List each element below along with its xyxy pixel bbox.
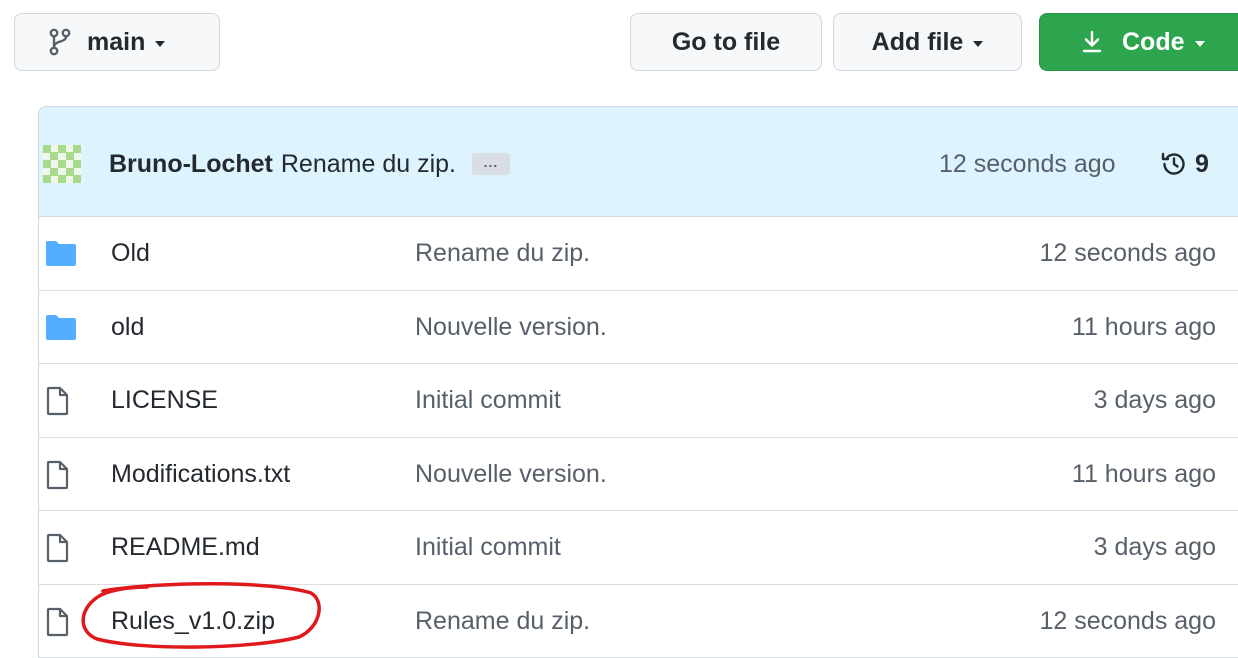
commit-author-link[interactable]: Bruno-Lochet [109,147,273,181]
commit-message-link[interactable]: Nouvelle version. [415,309,607,345]
caret-down-icon [973,40,984,47]
commit-message-link[interactable]: Rename du zip. [415,603,590,639]
commit-summary: Bruno-Lochet Rename du zip. ... [109,147,510,181]
add-file-label: Add file [871,27,964,56]
commit-age: 12 seconds ago [1039,239,1216,267]
commit-message-link[interactable]: Rename du zip. [281,147,456,181]
commit-age: 11 hours ago [1071,312,1216,341]
file-icon [45,533,77,563]
git-branch-icon [49,28,71,56]
code-label: Code [1122,27,1185,56]
caret-down-icon [1194,40,1205,47]
file-icon-glyph [46,533,69,563]
caret-down-icon [155,40,166,47]
add-file-button[interactable]: Add file [833,13,1022,71]
commit-message-link[interactable]: Rename du zip. [415,235,590,271]
avatar[interactable] [43,145,81,183]
file-icon-glyph [46,386,69,416]
file-rows: Old Rename du zip. 12 seconds ago old Nouvel… [39,217,1238,658]
repo-toolbar: main Go to file Add file Code [0,0,1238,86]
commit-message-link[interactable]: Initial commit [415,382,561,418]
repo-file-browser: main Go to file Add file Code Bruno-Loch… [0,0,1238,658]
code-button[interactable]: Code [1039,13,1238,71]
file-icon-glyph [46,607,69,636]
expand-commit-button[interactable]: ... [471,153,510,175]
branch-select-button[interactable]: main [14,13,220,71]
commit-age: 3 days ago [1093,386,1216,414]
commit-message-link[interactable]: Initial commit [415,529,561,565]
file-list-box: Bruno-Lochet Rename du zip. ... 12 secon… [38,106,1238,658]
file-name-link[interactable]: LICENSE [111,382,218,418]
file-row[interactable]: old Nouvelle version. 11 hours ago [39,291,1238,364]
branch-name: main [87,27,146,56]
file-icon [45,386,77,416]
commit-count: 9 [1195,150,1209,178]
go-to-file-button[interactable]: Go to file [630,13,822,71]
commit-message-link[interactable]: Nouvelle version. [415,456,607,492]
file-row[interactable]: Modifications.txt Nouvelle version. 11 hou… [39,438,1238,511]
file-name-link[interactable]: Rules_v1.0.zip [111,603,275,639]
file-row[interactable]: README.md Initial commit 3 days ago [39,511,1238,585]
file-name-link[interactable]: Modifications.txt [111,456,290,492]
commit-history-link[interactable]: 9 [1159,147,1209,181]
file-row[interactable]: LICENSE Initial commit 3 days ago [39,364,1238,438]
commit-age: 3 days ago [1093,533,1216,561]
folder-icon [45,239,77,269]
download-icon [1082,30,1102,54]
folder-icon-glyph [46,241,76,266]
latest-commit-bar: Bruno-Lochet Rename du zip. ... 12 secon… [39,107,1238,217]
go-to-file-label: Go to file [671,27,781,56]
file-row[interactable]: Old Rename du zip. 12 seconds ago [39,217,1238,291]
file-icon [45,460,77,490]
folder-icon [45,313,77,343]
file-row[interactable]: Rules_v1.0.zip Rename du zip. 12 seconds a… [39,581,1238,658]
folder-icon-glyph [46,314,76,340]
file-name-link[interactable]: old [111,309,144,345]
commit-age: 12 seconds ago [1039,606,1216,635]
commit-time[interactable]: 12 seconds ago [939,147,1116,181]
file-name-link[interactable]: Old [111,235,150,271]
history-icon [1159,149,1189,179]
file-icon [45,607,77,637]
commit-age: 11 hours ago [1071,459,1216,488]
file-icon-glyph [46,460,69,489]
file-name-link[interactable]: README.md [111,529,260,565]
